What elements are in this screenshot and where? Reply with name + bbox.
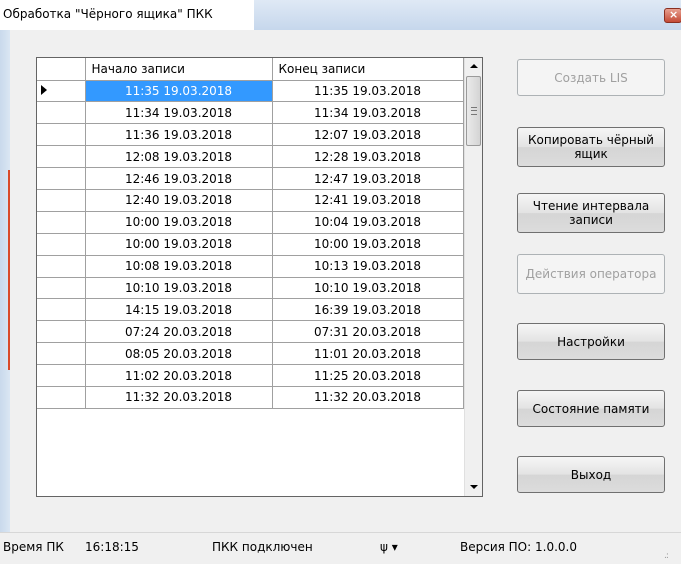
table-row[interactable]: 08:05 20.03.2018 11:01 20.03.2018: [37, 342, 464, 366]
cell-start[interactable]: 11:35 19.03.2018: [85, 80, 273, 103]
copy-black-box-button[interactable]: Копировать чёрный ящик: [517, 127, 665, 167]
row-header[interactable]: [37, 342, 86, 366]
resize-grip-icon[interactable]: .:: [664, 551, 669, 561]
cell-start[interactable]: 10:00 19.03.2018: [85, 211, 273, 234]
create-lis-button[interactable]: Создать LIS: [517, 59, 665, 96]
cell-start[interactable]: 11:02 20.03.2018: [85, 364, 273, 387]
close-icon: ×: [669, 8, 679, 21]
window-title: Обработка "Чёрного ящика" ПКК: [3, 7, 213, 21]
cell-start[interactable]: 11:36 19.03.2018: [85, 123, 273, 147]
cell-end[interactable]: 07:31 20.03.2018: [272, 320, 464, 344]
cell-start[interactable]: 10:00 19.03.2018: [85, 233, 273, 256]
row-header[interactable]: [37, 320, 86, 344]
cell-end[interactable]: 11:34 19.03.2018: [272, 101, 464, 125]
column-header-start[interactable]: Начало записи: [85, 58, 273, 81]
row-header[interactable]: [37, 298, 86, 322]
cell-end[interactable]: 12:28 19.03.2018: [272, 145, 464, 169]
scroll-grip-icon: [471, 107, 477, 115]
table-row[interactable]: 11:32 20.03.2018 11:32 20.03.2018: [37, 386, 464, 409]
scroll-down-button[interactable]: [465, 478, 482, 496]
usb-icon[interactable]: ψ ▾: [380, 540, 398, 554]
cell-start[interactable]: 12:08 19.03.2018: [85, 145, 273, 169]
table-row[interactable]: 11:36 19.03.2018 12:07 19.03.2018: [37, 123, 464, 147]
row-header[interactable]: [37, 277, 86, 300]
pc-time-value: 16:18:15: [85, 540, 139, 554]
table-row[interactable]: 10:00 19.03.2018 10:00 19.03.2018: [37, 233, 464, 256]
title-tab: Обработка "Чёрного ящика" ПКК: [0, 0, 254, 30]
cell-end[interactable]: 12:07 19.03.2018: [272, 123, 464, 147]
table-row[interactable]: 10:10 19.03.2018 10:10 19.03.2018: [37, 277, 464, 300]
row-header[interactable]: [37, 233, 86, 256]
main-window: Обработка "Чёрного ящика" ПКК × Начало з…: [0, 0, 681, 564]
current-row-arrow-icon: [41, 84, 47, 95]
cell-end[interactable]: 12:41 19.03.2018: [272, 189, 464, 212]
cell-start[interactable]: 12:40 19.03.2018: [85, 189, 273, 212]
row-header[interactable]: [37, 386, 86, 409]
table-row[interactable]: 12:40 19.03.2018 12:41 19.03.2018: [37, 189, 464, 212]
records-table: Начало записи Конец записи 11:35 19.03.2…: [37, 58, 464, 409]
row-header[interactable]: [37, 80, 86, 103]
table-row[interactable]: 10:08 19.03.2018 10:13 19.03.2018: [37, 255, 464, 278]
status-bar: Время ПК 16:18:15 ПКК подключен ψ ▾ Верс…: [0, 532, 681, 564]
row-header[interactable]: [37, 101, 86, 125]
header-row: Начало записи Конец записи: [37, 58, 464, 81]
cell-end[interactable]: 10:10 19.03.2018: [272, 277, 464, 300]
cell-start[interactable]: 10:10 19.03.2018: [85, 277, 273, 300]
cell-start[interactable]: 11:34 19.03.2018: [85, 101, 273, 125]
table-row[interactable]: 12:08 19.03.2018 12:28 19.03.2018: [37, 145, 464, 169]
cell-start[interactable]: 12:46 19.03.2018: [85, 167, 273, 190]
window-frame-edge: [0, 30, 10, 532]
cell-end[interactable]: 16:39 19.03.2018: [272, 298, 464, 322]
title-bar: Обработка "Чёрного ящика" ПКК ×: [0, 0, 681, 30]
scroll-up-button[interactable]: [465, 58, 482, 76]
software-version: Версия ПО: 1.0.0.0: [460, 540, 577, 554]
pc-time-label: Время ПК: [3, 540, 64, 554]
records-grid[interactable]: Начало записи Конец записи 11:35 19.03.2…: [36, 57, 483, 497]
row-header[interactable]: [37, 167, 86, 190]
cell-end[interactable]: 10:13 19.03.2018: [272, 255, 464, 278]
row-header[interactable]: [37, 364, 86, 387]
cell-start[interactable]: 07:24 20.03.2018: [85, 320, 273, 344]
row-header[interactable]: [37, 255, 86, 278]
cell-end[interactable]: 11:32 20.03.2018: [272, 386, 464, 409]
cell-end[interactable]: 11:35 19.03.2018: [272, 80, 464, 103]
table-row[interactable]: 11:02 20.03.2018 11:25 20.03.2018: [37, 364, 464, 387]
row-header-corner: [37, 58, 86, 81]
row-header[interactable]: [37, 145, 86, 169]
operator-actions-button[interactable]: Действия оператора: [517, 254, 665, 294]
cell-end[interactable]: 12:47 19.03.2018: [272, 167, 464, 190]
settings-button[interactable]: Настройки: [517, 323, 665, 360]
read-interval-button[interactable]: Чтение интервала записи: [517, 193, 665, 233]
close-button[interactable]: ×: [664, 8, 681, 23]
table-row[interactable]: 10:00 19.03.2018 10:04 19.03.2018: [37, 211, 464, 234]
cell-start[interactable]: 14:15 19.03.2018: [85, 298, 273, 322]
cell-start[interactable]: 10:08 19.03.2018: [85, 255, 273, 278]
row-header[interactable]: [37, 123, 86, 147]
table-row[interactable]: 11:35 19.03.2018 11:35 19.03.2018: [37, 80, 464, 103]
connection-status: ПКК подключен: [212, 540, 313, 554]
exit-button[interactable]: Выход: [517, 456, 665, 493]
table-row[interactable]: 12:46 19.03.2018 12:47 19.03.2018: [37, 167, 464, 190]
column-header-end[interactable]: Конец записи: [272, 58, 464, 81]
row-header[interactable]: [37, 211, 86, 234]
table-row[interactable]: 14:15 19.03.2018 16:39 19.03.2018: [37, 298, 464, 322]
cell-end[interactable]: 11:25 20.03.2018: [272, 364, 464, 387]
grid-vertical-scrollbar[interactable]: [464, 58, 482, 496]
table-row[interactable]: 11:34 19.03.2018 11:34 19.03.2018: [37, 101, 464, 125]
memory-state-button[interactable]: Состояние памяти: [517, 390, 665, 427]
cell-end[interactable]: 11:01 20.03.2018: [272, 342, 464, 366]
row-header[interactable]: [37, 189, 86, 212]
scroll-thumb[interactable]: [466, 76, 481, 146]
cell-start[interactable]: 08:05 20.03.2018: [85, 342, 273, 366]
cell-end[interactable]: 10:00 19.03.2018: [272, 233, 464, 256]
cell-start[interactable]: 11:32 20.03.2018: [85, 386, 273, 409]
table-row[interactable]: 07:24 20.03.2018 07:31 20.03.2018: [37, 320, 464, 344]
cell-end[interactable]: 10:04 19.03.2018: [272, 211, 464, 234]
